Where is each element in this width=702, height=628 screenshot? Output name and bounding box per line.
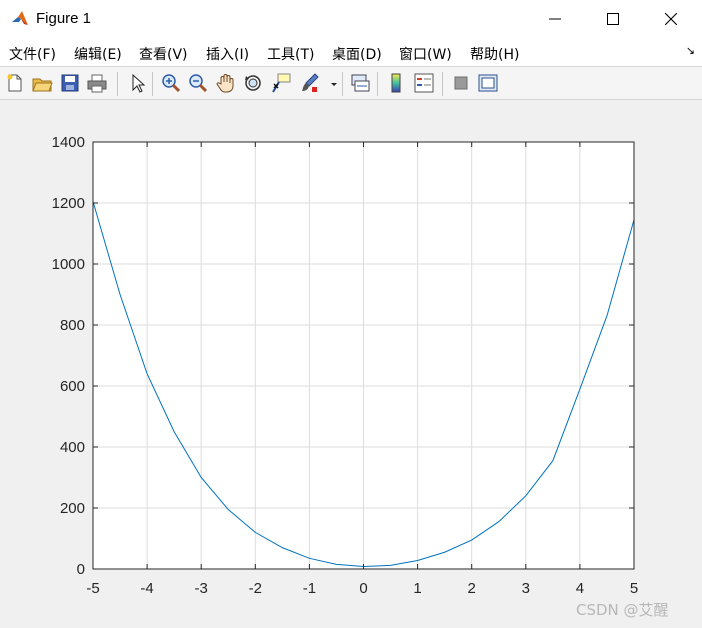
maximize-button[interactable] [584, 0, 642, 38]
watermark: CSDN @艾醒 [576, 601, 669, 619]
toolbar-separator [117, 72, 118, 96]
maximize-icon [607, 13, 619, 25]
brush-icon[interactable] [298, 72, 320, 94]
y-tick-label: 600 [60, 378, 85, 395]
menu-desktop[interactable]: 桌面(D) [332, 44, 382, 64]
colorbar-icon[interactable] [385, 72, 407, 94]
window-title: Figure 1 [36, 10, 92, 27]
close-button[interactable] [642, 0, 700, 38]
pan-hand-icon[interactable] [215, 72, 237, 94]
y-tick-label: 200 [60, 500, 85, 517]
save-icon[interactable] [59, 72, 81, 94]
open-file-icon[interactable] [31, 72, 53, 94]
menu-help[interactable]: 帮助(H) [470, 44, 519, 64]
matlab-logo-icon [11, 10, 29, 28]
y-tick-label: 1400 [52, 134, 85, 151]
x-tick-label: 2 [468, 580, 476, 597]
menu-bar: 文件(F) 编辑(E) 查看(V) 插入(I) 工具(T) 桌面(D) 窗口(W… [0, 38, 702, 66]
x-tick-label: 1 [413, 580, 421, 597]
y-tick-label: 800 [60, 317, 85, 334]
menu-file[interactable]: 文件(F) [9, 44, 56, 64]
zoom-in-icon[interactable] [160, 72, 182, 94]
data-cursor-icon[interactable] [270, 72, 292, 94]
x-tick-label: 0 [359, 580, 367, 597]
x-tick-label: -2 [249, 580, 262, 597]
title-bar: Figure 1 [0, 0, 702, 38]
menu-insert[interactable]: 插入(I) [206, 44, 249, 64]
toolbar-separator [377, 72, 378, 96]
toolbar-separator [152, 72, 153, 96]
figure-toolbar [0, 66, 702, 100]
x-tick-label: -4 [140, 580, 153, 597]
rotate-3d-icon[interactable] [242, 72, 264, 94]
menu-window[interactable]: 窗口(W) [399, 44, 452, 64]
x-tick-label: -3 [195, 580, 208, 597]
x-tick-label: -5 [86, 580, 99, 597]
hide-plot-tools-icon[interactable] [450, 72, 472, 94]
dock-arrow-icon[interactable]: ↘ [686, 44, 695, 57]
y-tick-label: 0 [77, 561, 85, 578]
legend-icon[interactable] [413, 72, 435, 94]
new-figure-icon[interactable] [4, 72, 26, 94]
minimize-button[interactable] [526, 0, 584, 38]
toolbar-separator [442, 72, 443, 96]
show-plot-tools-icon[interactable] [477, 72, 499, 94]
print-icon[interactable] [86, 72, 108, 94]
figure-canvas[interactable]: -5 -4 -3 -2 -1 0 1 2 3 4 5 0 200 400 600 800 1000 1200 140… [0, 100, 702, 628]
y-tick-label: 400 [60, 439, 85, 456]
brush-dropdown-icon[interactable] [323, 72, 337, 94]
menu-edit[interactable]: 编辑(E) [74, 44, 122, 64]
y-tick-label: 1000 [52, 256, 85, 273]
menu-view[interactable]: 查看(V) [139, 44, 188, 64]
zoom-out-icon[interactable] [187, 72, 209, 94]
line-chart: -5 -4 -3 -2 -1 0 1 2 3 4 5 0 200 400 600 800 1000 1200 140… [52, 134, 669, 619]
menu-tools[interactable]: 工具(T) [267, 44, 314, 64]
x-tick-label: 5 [630, 580, 638, 597]
x-tick-label: -1 [303, 580, 316, 597]
select-arrow-icon[interactable] [126, 72, 148, 94]
x-tick-label: 4 [576, 580, 584, 597]
close-icon [665, 13, 677, 25]
toolbar-separator [342, 72, 343, 96]
x-tick-label: 3 [522, 580, 530, 597]
y-tick-label: 1200 [52, 195, 85, 212]
minimize-icon [549, 18, 561, 20]
link-plot-icon[interactable] [349, 72, 371, 94]
